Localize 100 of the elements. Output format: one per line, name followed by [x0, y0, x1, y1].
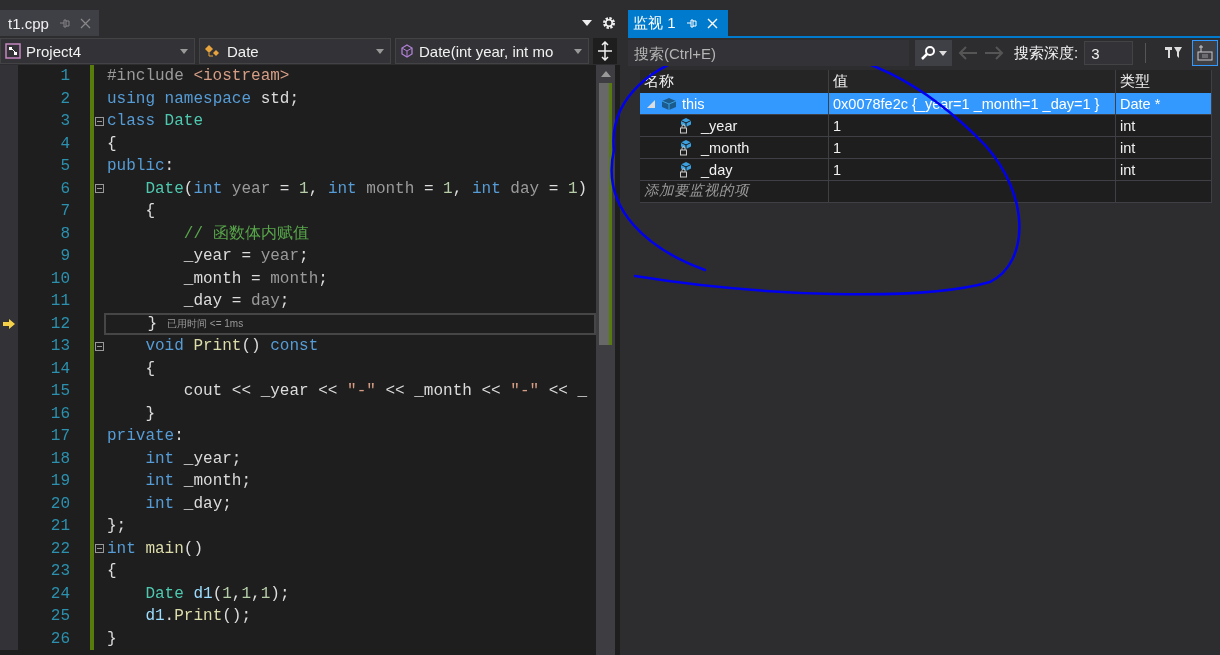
line-number: 6 [59, 179, 71, 198]
code-line: int main() [107, 539, 204, 558]
line-number: 15 [49, 382, 71, 401]
collapse-icon[interactable] [94, 341, 104, 351]
dropdown-icon[interactable] [582, 20, 592, 26]
code-line: #include <iostream> [107, 67, 290, 86]
line-number: 16 [49, 404, 71, 423]
close-icon[interactable] [79, 17, 91, 29]
cube-icon [400, 44, 414, 58]
code-line: { [144, 359, 155, 378]
line-number: 23 [49, 562, 71, 581]
code-line: { [107, 562, 117, 581]
line-number: 9 [59, 247, 71, 266]
code-line: private: [107, 427, 184, 446]
pin-icon[interactable] [58, 17, 70, 29]
search-icon [920, 45, 936, 61]
line-number: 19 [49, 472, 71, 491]
line-number: 3 [59, 112, 71, 131]
code-line: }; [107, 517, 127, 536]
watch-row[interactable]: _day 1 int [640, 159, 1212, 181]
line-number: 12 [49, 314, 71, 333]
line-number: 4 [59, 134, 71, 153]
value-cell: 1 [829, 137, 1116, 158]
split-window-icon[interactable] [597, 41, 613, 61]
navigation-dropdown[interactable]: Project4 [0, 38, 195, 64]
line-number: 2 [59, 89, 71, 108]
search-depth-dropdown[interactable]: 3 [1084, 41, 1134, 65]
code-line: { [107, 134, 117, 153]
back-arrow-icon[interactable] [958, 45, 978, 61]
watch-row[interactable]: _month 1 int [640, 137, 1212, 159]
line-number: 10 [49, 269, 71, 288]
variable-name: _year [701, 117, 738, 134]
line-number: 5 [59, 157, 71, 176]
navigation-dropdown[interactable]: Date [199, 38, 391, 64]
project-icon [5, 43, 21, 59]
line-number: 25 [49, 607, 71, 626]
settings-icon[interactable] [602, 16, 616, 30]
code-line: public: [107, 157, 175, 176]
code-line: } [146, 314, 157, 333]
line-number: 24 [49, 584, 71, 603]
vertical-scrollbar[interactable] [596, 65, 615, 655]
line-number: 1 [59, 67, 71, 86]
code-line: int _day; [144, 494, 232, 513]
search-field[interactable]: 搜索(Ctrl+E) [628, 40, 909, 66]
navigation-dropdown[interactable]: Date(int year, int mo [395, 38, 589, 64]
code-line: d1.Print(); [144, 607, 252, 626]
type-cell: int [1116, 115, 1212, 136]
watch-tab[interactable]: 监视 1 [628, 10, 728, 36]
watch-row[interactable]: _year 1 int [640, 115, 1212, 137]
line-number: 21 [49, 517, 71, 536]
current-statement-arrow-icon [3, 318, 15, 329]
code-line: Date d1(1,1,1); [144, 584, 290, 603]
code-line: { [144, 202, 155, 221]
value-cell: 1 [829, 159, 1116, 180]
code-line: using namespace std; [107, 89, 300, 108]
type-cell: int [1116, 137, 1212, 158]
forward-arrow-icon[interactable] [984, 45, 1004, 61]
collapse-icon[interactable] [94, 184, 104, 194]
pin-icon[interactable] [685, 17, 697, 29]
line-number: 14 [49, 359, 71, 378]
code-line: _year = year; [182, 247, 309, 266]
scroll-up-arrow-icon[interactable] [600, 71, 611, 77]
search-depth-label: 搜索深度: [1014, 43, 1079, 63]
value-cell: 1 [829, 115, 1116, 136]
caret-icon [180, 48, 188, 54]
caret-icon [376, 48, 384, 54]
code-line: _month = month; [182, 269, 328, 288]
type-cell: int [1116, 159, 1212, 180]
raw-view-icon[interactable] [1192, 40, 1219, 66]
code-line: } [107, 629, 117, 648]
code-line: Date(int year = 1, int month = 1, int day = 1) [144, 179, 588, 198]
line-number: 20 [49, 494, 71, 513]
line-number: 7 [59, 202, 71, 221]
collapse-icon[interactable] [94, 544, 104, 554]
line-number: 13 [49, 337, 71, 356]
collapse-triangle-icon[interactable] [647, 99, 655, 108]
add-watch-placeholder[interactable]: 添加要监视的项 [640, 182, 749, 198]
code-line: } [144, 404, 155, 423]
code-line: int _month; [144, 472, 252, 491]
line-number: 11 [49, 292, 71, 311]
line-number: 18 [49, 449, 71, 468]
code-line: cout << _year << "-" << _month << "-" << _ [182, 382, 588, 401]
search-button[interactable] [915, 40, 952, 66]
line-number: 8 [59, 224, 71, 243]
code-line: // 函数体内赋值 [182, 224, 309, 245]
variable-name: _day [701, 161, 733, 178]
code-line: _day = day; [182, 292, 290, 311]
code-line: class Date [107, 112, 204, 131]
file-tab[interactable]: t1.cpp [0, 10, 99, 36]
line-number: 22 [49, 539, 71, 558]
variable-name: _month [701, 139, 750, 156]
class-icon [204, 43, 222, 59]
caret-icon [574, 48, 582, 54]
line-number: 17 [49, 427, 71, 446]
elapsed-time-hint: 已用时间 <= 1ms [167, 316, 244, 331]
object-icon [661, 96, 677, 111]
code-line: int _year; [144, 449, 242, 468]
caret-icon [939, 50, 947, 56]
collapse-icon[interactable] [94, 116, 104, 126]
line-number: 26 [49, 629, 71, 648]
